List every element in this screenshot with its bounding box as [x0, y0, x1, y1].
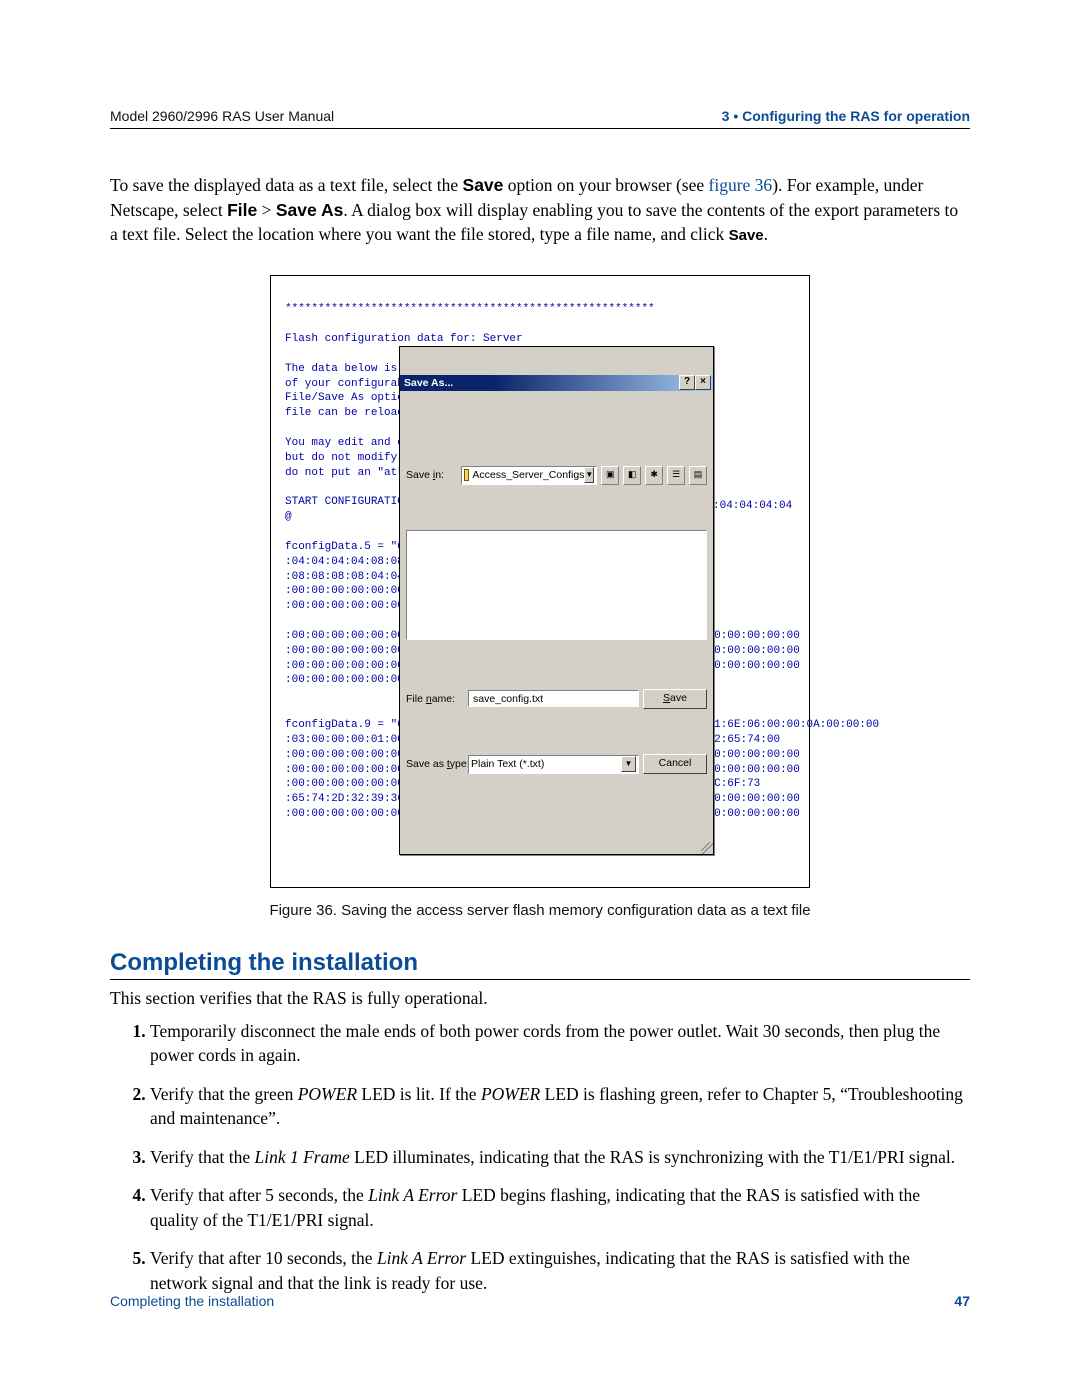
new-folder-icon[interactable]: ✱ — [645, 466, 663, 485]
saveastype-label: Save as type: — [406, 757, 464, 771]
intro-t5: . — [764, 224, 768, 244]
close-icon[interactable]: × — [695, 375, 711, 390]
save-in-label: Save in: — [406, 468, 457, 482]
chevron-down-icon[interactable]: ▼ — [621, 756, 636, 772]
page-footer: Completing the installation 47 — [110, 1293, 970, 1309]
save-button[interactable]: Save — [643, 689, 707, 709]
header-right: 3 • Configuring the RAS for operation — [722, 108, 970, 124]
figure-reference-link[interactable]: figure 36 — [709, 175, 773, 195]
intro-gt: > — [257, 200, 276, 220]
save-small-bold: Save — [729, 227, 764, 244]
figure-caption: Figure 36. Saving the access server flas… — [110, 902, 970, 919]
step-4: Verify that after 5 seconds, the Link A … — [150, 1183, 970, 1232]
saveastype-value: Plain Text (*.txt) — [471, 757, 544, 771]
up-folder-icon[interactable]: ▣ — [601, 466, 619, 485]
section-intro: This section verifies that the RAS is fu… — [110, 986, 970, 1011]
page-number: 47 — [954, 1293, 970, 1309]
dialog-title-text: Save As... — [404, 376, 453, 390]
file-list-area[interactable] — [406, 530, 707, 640]
intro-paragraph: To save the displayed data as a text fil… — [110, 173, 970, 247]
step-2: Verify that the green POWER LED is lit. … — [150, 1082, 970, 1131]
footer-left: Completing the installation — [110, 1293, 274, 1309]
steps-list: Temporarily disconnect the male ends of … — [110, 1019, 970, 1296]
step-1-text: Temporarily disconnect the male ends of … — [150, 1021, 940, 1066]
resize-grip-icon[interactable] — [701, 842, 713, 854]
cancel-button[interactable]: Cancel — [643, 754, 707, 774]
save-in-row: Save in: Access_Server_Configs ▼ ▣ ◧ ✱ ☰… — [406, 466, 707, 485]
figure-container: ****************************************… — [270, 275, 810, 889]
saveas-bold: Save As — [276, 200, 343, 220]
intro-t1: To save the displayed data as a text fil… — [110, 175, 463, 195]
filename-label: File name: — [406, 692, 464, 706]
page-header: Model 2960/2996 RAS User Manual 3 • Conf… — [110, 108, 970, 129]
header-left: Model 2960/2996 RAS User Manual — [110, 108, 334, 124]
save-in-combo[interactable]: Access_Server_Configs ▼ — [461, 466, 597, 485]
filename-row: File name: Save — [406, 689, 707, 709]
help-icon[interactable]: ? — [679, 375, 695, 390]
chevron-down-icon[interactable]: ▼ — [584, 467, 594, 483]
save-as-dialog: Save As... ? × Save in: Access_Server_Co… — [399, 346, 714, 856]
step-3: Verify that the Link 1 Frame LED illumin… — [150, 1145, 970, 1170]
figure-text: ****************************************… — [285, 288, 795, 882]
save-bold: Save — [463, 175, 504, 195]
section-heading-rule — [110, 979, 970, 980]
save-in-value: Access_Server_Configs — [472, 468, 584, 482]
figure-right-tail: :04:04:04:04 — [713, 499, 792, 514]
details-view-icon[interactable]: ▤ — [689, 466, 707, 485]
section-heading: Completing the installation — [110, 949, 970, 977]
file-bold: File — [227, 200, 257, 220]
saveastype-combo[interactable]: Plain Text (*.txt) ▼ — [468, 755, 639, 774]
step-5: Verify that after 10 seconds, the Link A… — [150, 1246, 970, 1295]
saveastype-row: Save as type: Plain Text (*.txt) ▼ Cance… — [406, 754, 707, 774]
desktop-icon[interactable]: ◧ — [623, 466, 641, 485]
step-1: Temporarily disconnect the male ends of … — [150, 1019, 970, 1068]
folder-icon — [464, 469, 469, 481]
dialog-titlebar[interactable]: Save As... ? × — [400, 375, 713, 391]
intro-t2: option on your browser (see — [503, 175, 708, 195]
list-view-icon[interactable]: ☰ — [667, 466, 685, 485]
filename-input[interactable] — [468, 690, 639, 707]
